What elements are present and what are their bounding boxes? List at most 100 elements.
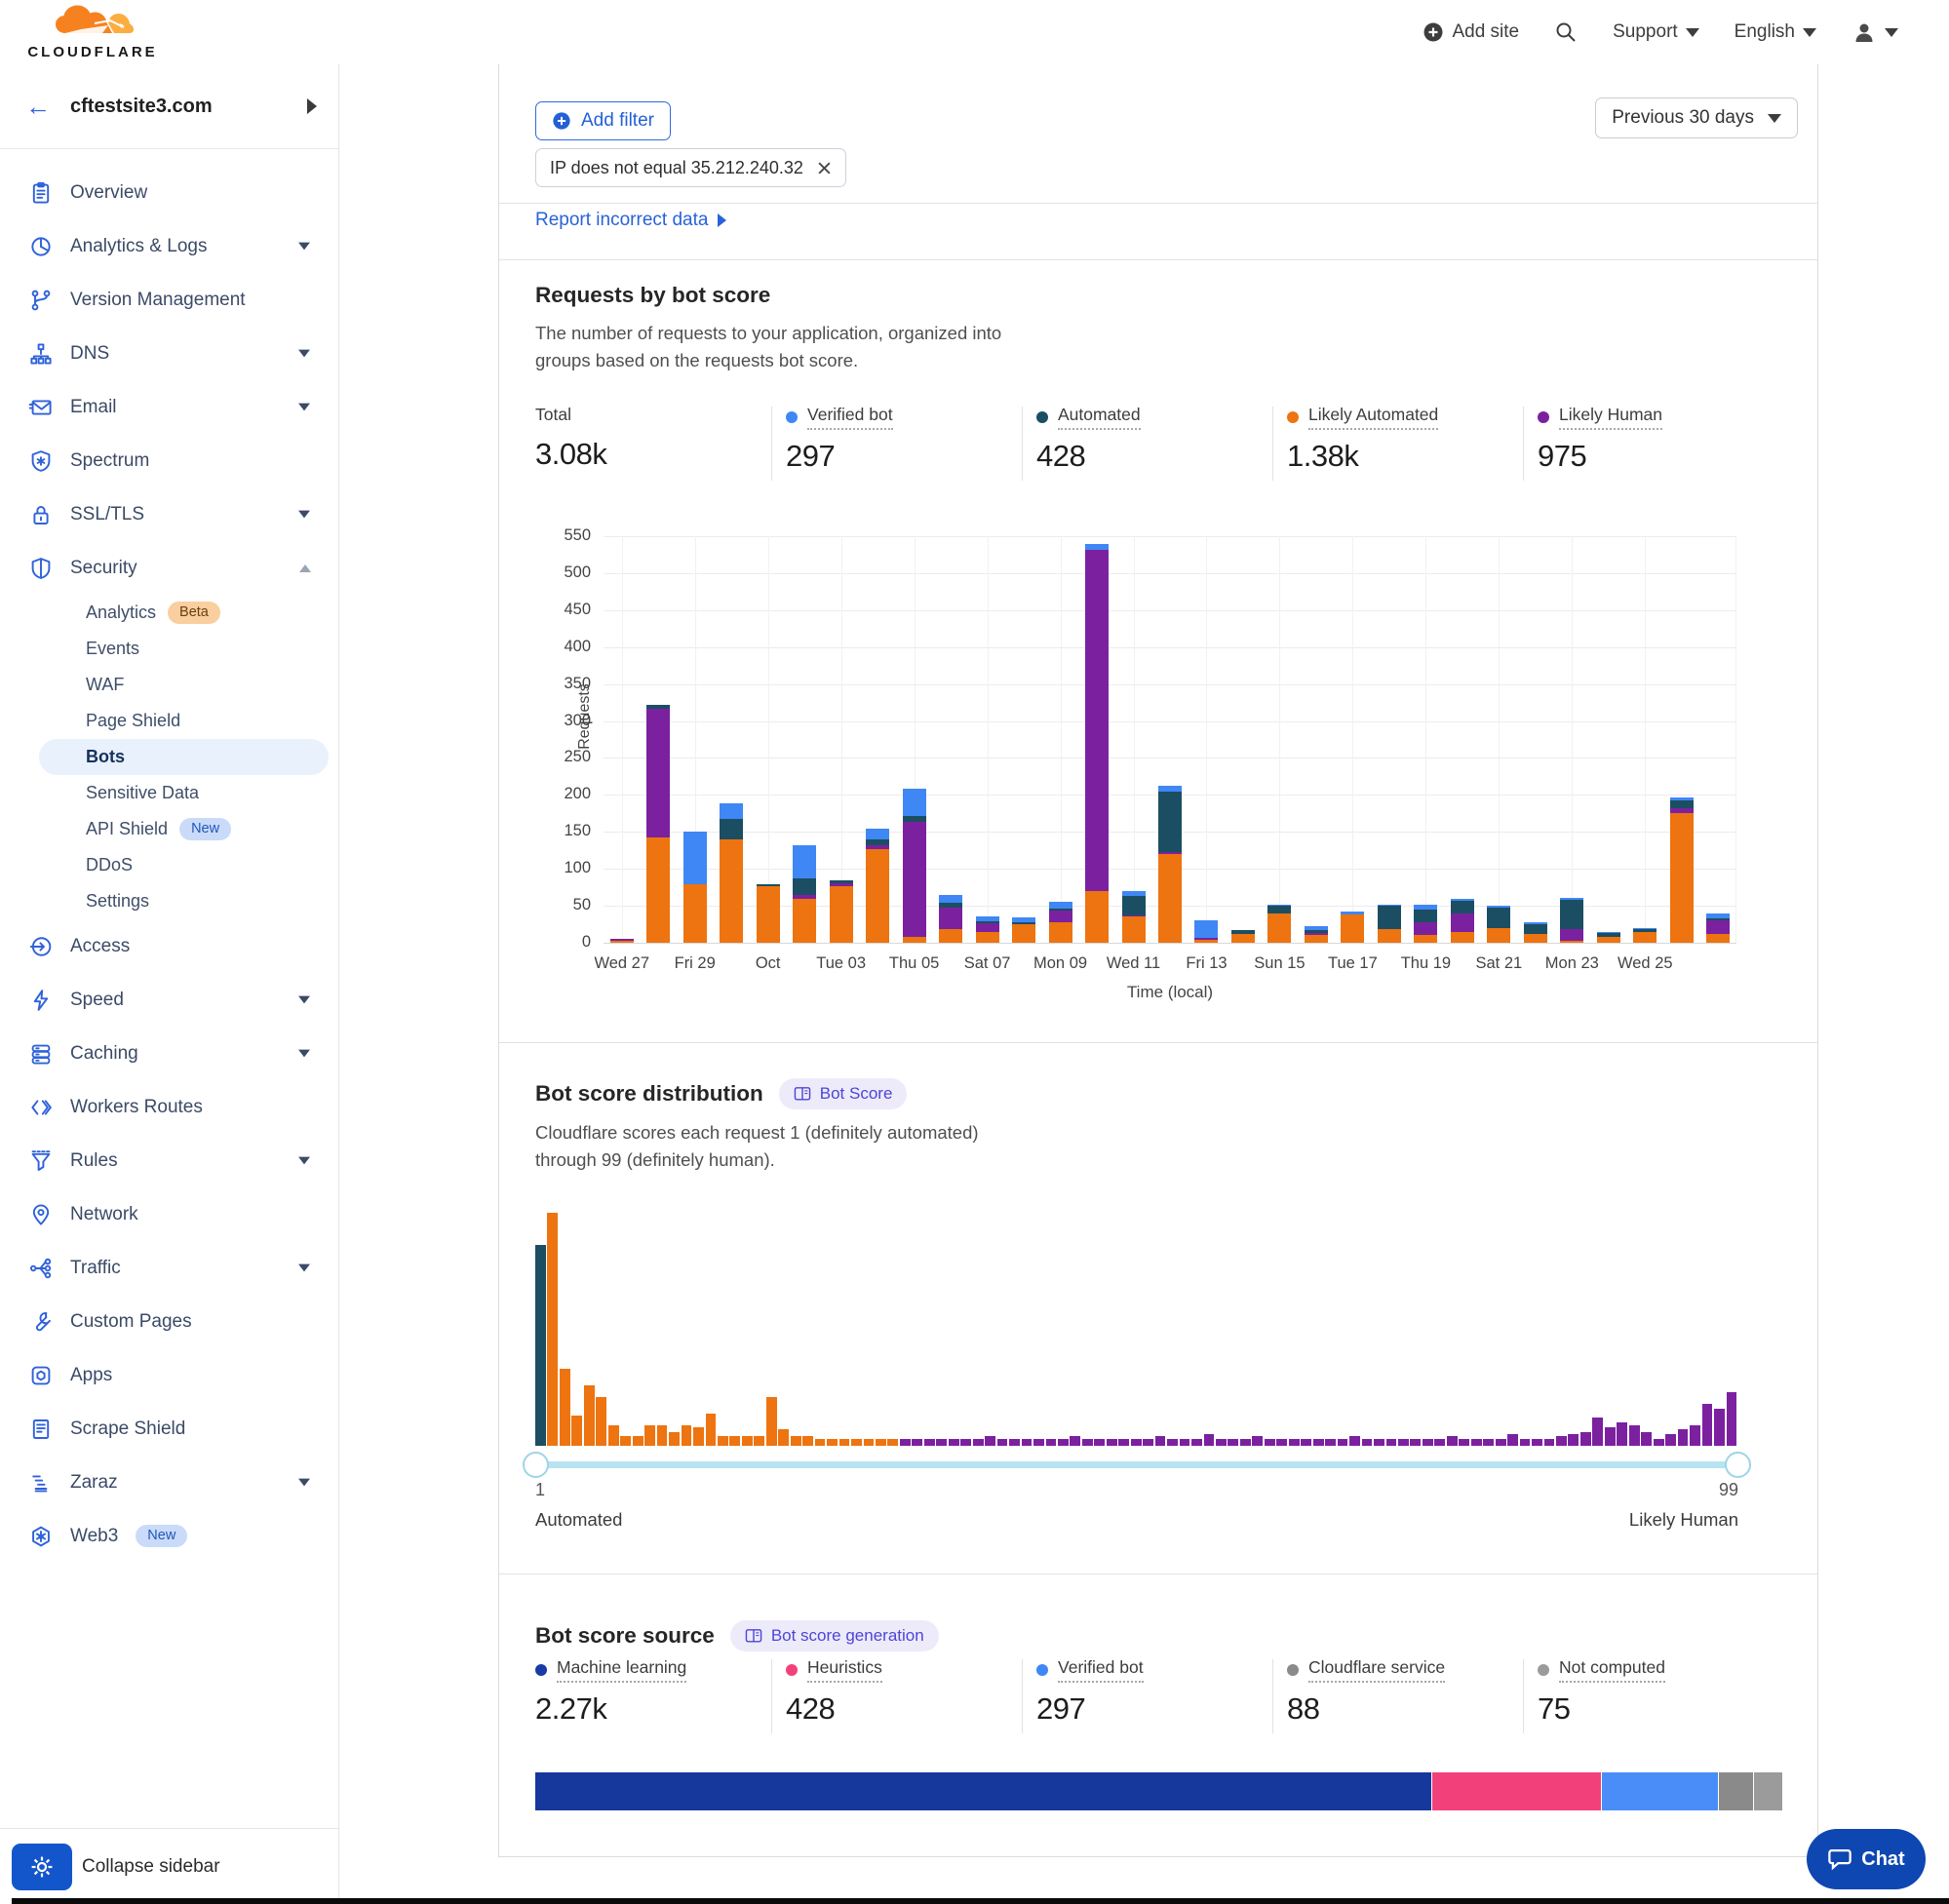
histogram-bar	[1592, 1418, 1603, 1446]
bar-segment	[1012, 922, 1035, 924]
sidebar-subitem-ddos[interactable]: DDoS	[0, 847, 338, 883]
chevron-up-icon	[299, 564, 311, 572]
y-tick-label: 0	[528, 933, 591, 952]
histogram-bar	[936, 1439, 947, 1446]
sidebar-subitem-analytics[interactable]: AnalyticsBeta	[0, 595, 338, 631]
requests-bar-chart	[604, 536, 1736, 943]
sidebar-item-web3[interactable]: Web3New	[0, 1509, 338, 1563]
bar-segment	[939, 929, 962, 943]
sidebar-subitem-page-shield[interactable]: Page Shield	[0, 703, 338, 739]
sidebar-item-version-management[interactable]: Version Management	[0, 273, 338, 327]
histogram-bar	[1654, 1439, 1664, 1446]
y-tick-label: 500	[528, 563, 591, 582]
sidebar-item-analytics-logs[interactable]: Analytics & Logs	[0, 219, 338, 273]
bot-score-badge[interactable]: Bot Score	[779, 1078, 908, 1109]
slider-handle-max[interactable]	[1725, 1452, 1751, 1478]
bar-segment	[903, 822, 926, 937]
sidebar-item-dns[interactable]: DNS	[0, 327, 338, 380]
bar-segment	[1706, 918, 1730, 920]
filter-chip[interactable]: IP does not equal 35.212.240.32	[535, 148, 846, 187]
stat-heuristics: Heuristics428	[786, 1657, 1020, 1727]
logo-wordmark: CLOUDFLARE	[19, 44, 166, 60]
histogram-bar	[1143, 1439, 1153, 1446]
bar-segment	[1122, 891, 1146, 896]
legend-dot	[786, 411, 798, 423]
histogram-bar	[1252, 1436, 1263, 1446]
chevron-down-icon	[298, 243, 310, 251]
histogram-bar	[1167, 1439, 1178, 1446]
stat-automated: Automated428	[1036, 405, 1270, 474]
bar-segment	[1597, 937, 1620, 943]
sidebar-subitem-settings[interactable]: Settings	[0, 883, 338, 919]
sidebar-item-label: Overview	[70, 182, 147, 204]
sidebar-item-zaraz[interactable]: Zaraz	[0, 1456, 338, 1509]
sidebar-subitem-sensitive-data[interactable]: Sensitive Data	[0, 775, 338, 811]
slider-handle-min[interactable]	[523, 1452, 549, 1478]
language-menu[interactable]: English	[1735, 21, 1816, 43]
histogram-bar	[1094, 1439, 1105, 1446]
y-tick-label: 550	[528, 526, 591, 545]
x-axis-label: Time (local)	[604, 983, 1736, 1002]
bot-score-generation-badge[interactable]: Bot score generation	[730, 1620, 939, 1651]
histogram-bar	[560, 1369, 570, 1446]
histogram-bar	[1714, 1409, 1725, 1446]
sidebar-subitem-bots[interactable]: Bots	[39, 739, 329, 775]
sidebar-item-apps[interactable]: Apps	[0, 1348, 338, 1402]
date-range-dropdown[interactable]: Previous 30 days	[1595, 97, 1798, 138]
bar-segment	[1194, 940, 1218, 943]
sidebar-item-rules[interactable]: Rules	[0, 1134, 338, 1187]
distribution-section-title: Bot score distribution Bot Score	[535, 1078, 907, 1109]
stat-not-computed: Not computed75	[1538, 1657, 1772, 1727]
sidebar-item-spectrum[interactable]: Spectrum	[0, 434, 338, 487]
sidebar-item-access[interactable]: Access	[0, 919, 338, 973]
sidebar-item-label: SSL/TLS	[70, 504, 144, 525]
histogram-bar	[1118, 1439, 1129, 1446]
sidebar-subitem-waf[interactable]: WAF	[0, 667, 338, 703]
report-incorrect-data-link[interactable]: Report incorrect data	[535, 210, 726, 231]
histogram-bar	[547, 1213, 558, 1446]
sidebar-item-custom-pages[interactable]: Custom Pages	[0, 1295, 338, 1348]
bar-segment	[1378, 929, 1401, 943]
score-slider-track[interactable]	[535, 1461, 1738, 1468]
sidebar-item-label: Spectrum	[70, 450, 149, 472]
close-icon[interactable]	[817, 161, 832, 175]
site-expand-icon[interactable]	[307, 98, 317, 114]
collapse-sidebar-label[interactable]: Collapse sidebar	[82, 1856, 220, 1878]
stat-cloudflare-service: Cloudflare service88	[1287, 1657, 1521, 1727]
sidebar-item-security[interactable]: Security	[0, 541, 338, 595]
bar-segment	[1560, 941, 1583, 943]
bar-segment	[976, 916, 999, 921]
sidebar-subitem-api-shield[interactable]: API ShieldNew	[0, 811, 338, 847]
chevron-down-icon	[1885, 28, 1898, 37]
support-menu[interactable]: Support	[1613, 21, 1699, 43]
bar-segment	[1158, 854, 1182, 943]
search-icon[interactable]	[1554, 20, 1578, 44]
histogram-bar	[1678, 1429, 1689, 1446]
sidebar-item-ssl-tls[interactable]: SSL/TLS	[0, 487, 338, 541]
bar-segment	[646, 837, 670, 943]
bar-segment	[1378, 906, 1401, 929]
sidebar-item-scrape-shield[interactable]: Scrape Shield	[0, 1402, 338, 1456]
sidebar-item-overview[interactable]: Overview	[0, 166, 338, 219]
add-filter-button[interactable]: Add filter	[535, 101, 671, 140]
sidebar-item-caching[interactable]: Caching	[0, 1027, 338, 1080]
site-selector-row[interactable]: ← cftestsite3.com	[0, 64, 338, 149]
account-menu[interactable]	[1852, 19, 1898, 45]
sidebar-subitem-events[interactable]: Events	[0, 631, 338, 667]
sidebar-item-label: Version Management	[70, 290, 246, 311]
chat-button[interactable]: Chat	[1807, 1829, 1926, 1889]
stat-label: Total	[535, 405, 571, 428]
bar-segment	[1231, 930, 1255, 934]
sidebar-item-speed[interactable]: Speed	[0, 973, 338, 1027]
sidebar-item-network[interactable]: Network	[0, 1187, 338, 1241]
sidebar-item-email[interactable]: Email	[0, 380, 338, 434]
cloudflare-logo[interactable]: CLOUDFLARE	[19, 4, 166, 60]
sidebar-item-workers-routes[interactable]: Workers Routes	[0, 1080, 338, 1134]
source-segment-machine-learning	[535, 1772, 1432, 1810]
back-arrow-icon[interactable]: ←	[25, 94, 51, 119]
sidebar-item-traffic[interactable]: Traffic	[0, 1241, 338, 1295]
add-site-button[interactable]: Add site	[1423, 21, 1519, 43]
stat-value: 428	[1036, 439, 1270, 474]
settings-gear-button[interactable]	[12, 1844, 72, 1890]
stat-machine-learning: Machine learning2.27k	[535, 1657, 769, 1727]
